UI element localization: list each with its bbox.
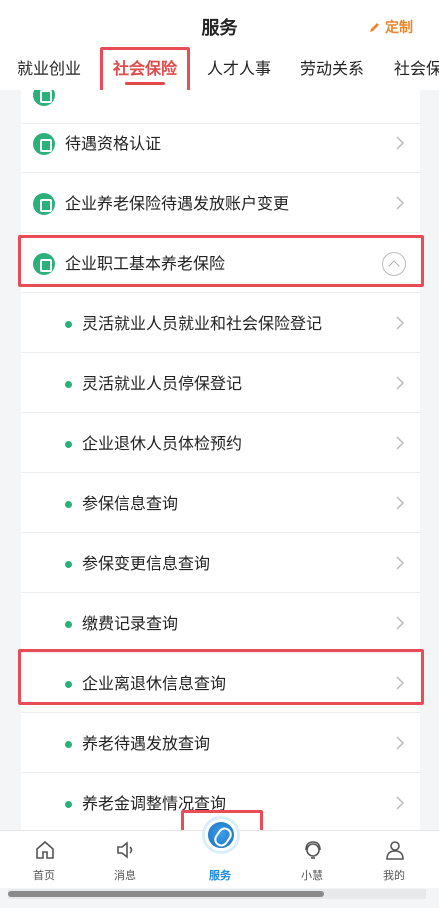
- service-icon: [33, 90, 55, 106]
- certificate-icon: [33, 133, 55, 155]
- chevron-right-icon: [396, 316, 405, 330]
- list-item-label: 企业养老保险待遇发放账户变更: [65, 194, 290, 213]
- bullet-icon: [65, 501, 72, 508]
- sub-list-item[interactable]: 缴费记录查询: [21, 594, 420, 653]
- bullet-icon: [65, 561, 72, 568]
- collapse-icon[interactable]: [382, 252, 406, 276]
- chevron-right-icon: [396, 616, 405, 630]
- sub-list-item[interactable]: 灵活就业人员停保登记: [21, 354, 420, 413]
- sub-list-item-label: 缴费记录查询: [82, 614, 179, 633]
- sub-list-item[interactable]: 企业退休人员体检预约: [21, 414, 420, 473]
- service-icon[interactable]: [205, 819, 237, 851]
- list-item[interactable]: 待遇资格认证: [21, 114, 420, 173]
- tab-employment[interactable]: 就业创业: [17, 56, 81, 82]
- nav-assistant[interactable]: 小慧: [282, 831, 342, 889]
- tab-talent-personnel[interactable]: 人才人事: [207, 56, 271, 82]
- pencil-icon: [370, 23, 379, 32]
- sub-list-item-label: 灵活就业人员停保登记: [82, 374, 243, 393]
- chevron-right-icon: [396, 376, 405, 390]
- chevron-right-icon: [396, 496, 405, 510]
- header-bar: 服务 定制: [0, 0, 439, 50]
- bullet-icon: [65, 801, 72, 808]
- list-group-header[interactable]: 企业职工基本养老保险: [21, 234, 420, 293]
- nav-home[interactable]: 首页: [14, 831, 74, 889]
- chevron-right-icon: [396, 436, 405, 450]
- customize-button[interactable]: 定制: [369, 17, 413, 37]
- horizontal-scrollbar[interactable]: [8, 889, 426, 899]
- service-list: 待遇资格认证 企业养老保险待遇发放账户变更 企业职工基本养老保险 灵活就业人员就…: [21, 90, 420, 830]
- customize-label: 定制: [385, 20, 413, 36]
- nav-label: 小慧: [301, 869, 323, 882]
- bullet-icon: [65, 681, 72, 688]
- user-icon: [386, 841, 404, 860]
- chevron-right-icon: [396, 136, 405, 150]
- list-item[interactable]: 企业养老保险待遇发放账户变更: [21, 174, 420, 233]
- sub-list-item[interactable]: 参保信息查询: [21, 474, 420, 533]
- bullet-icon: [65, 321, 72, 328]
- chevron-right-icon: [396, 736, 405, 750]
- chevron-right-icon: [396, 676, 405, 690]
- bullet-icon: [65, 741, 72, 748]
- sub-list-item[interactable]: 养老待遇发放查询: [21, 714, 420, 773]
- scrollbar-thumb[interactable]: [8, 891, 324, 897]
- nav-label: 服务: [209, 869, 231, 882]
- chevron-right-icon: [396, 556, 405, 570]
- sub-list-item[interactable]: 参保变更信息查询: [21, 534, 420, 593]
- nav-label: 消息: [114, 869, 136, 882]
- account-icon: [33, 193, 55, 215]
- bullet-icon: [65, 621, 72, 628]
- sub-list-item-label: 养老待遇发放查询: [82, 734, 211, 753]
- sub-list-item-label: 企业离退休信息查询: [82, 674, 227, 693]
- category-tabs: 就业创业 社会保险 人才人事 劳动关系 社会保: [0, 50, 439, 90]
- sub-list-item-label: 企业退休人员体检预约: [82, 434, 243, 453]
- sub-list-item-label: 养老金调整情况查询: [82, 794, 227, 813]
- sub-list-item-label: 灵活就业人员就业和社会保险登记: [82, 314, 323, 333]
- speaker-icon: [117, 841, 133, 859]
- bullet-icon: [65, 441, 72, 448]
- sub-list-item-label: 参保信息查询: [82, 494, 179, 513]
- nav-label: 我的: [383, 869, 405, 882]
- nav-label: 首页: [33, 869, 55, 882]
- bullet-icon: [65, 381, 72, 388]
- assistant-icon: [305, 841, 321, 859]
- sub-list-item-label: 参保变更信息查询: [82, 554, 211, 573]
- chevron-right-icon: [396, 796, 405, 810]
- list-item-label: 待遇资格认证: [65, 134, 162, 153]
- sub-list-item[interactable]: 灵活就业人员就业和社会保险登记: [21, 294, 420, 353]
- chevron-right-icon: [396, 196, 405, 210]
- home-icon: [36, 840, 54, 859]
- group-header-label: 企业职工基本养老保险: [65, 254, 226, 273]
- pension-icon: [33, 253, 55, 275]
- nav-mine[interactable]: 我的: [364, 831, 424, 889]
- nav-messages[interactable]: 消息: [95, 831, 155, 889]
- tab-labor-relations[interactable]: 劳动关系: [300, 56, 364, 82]
- sub-list-item[interactable]: 企业离退休信息查询: [21, 654, 420, 713]
- tab-social-security-partial[interactable]: 社会保: [394, 56, 439, 82]
- highlight-box-tab: [100, 47, 190, 93]
